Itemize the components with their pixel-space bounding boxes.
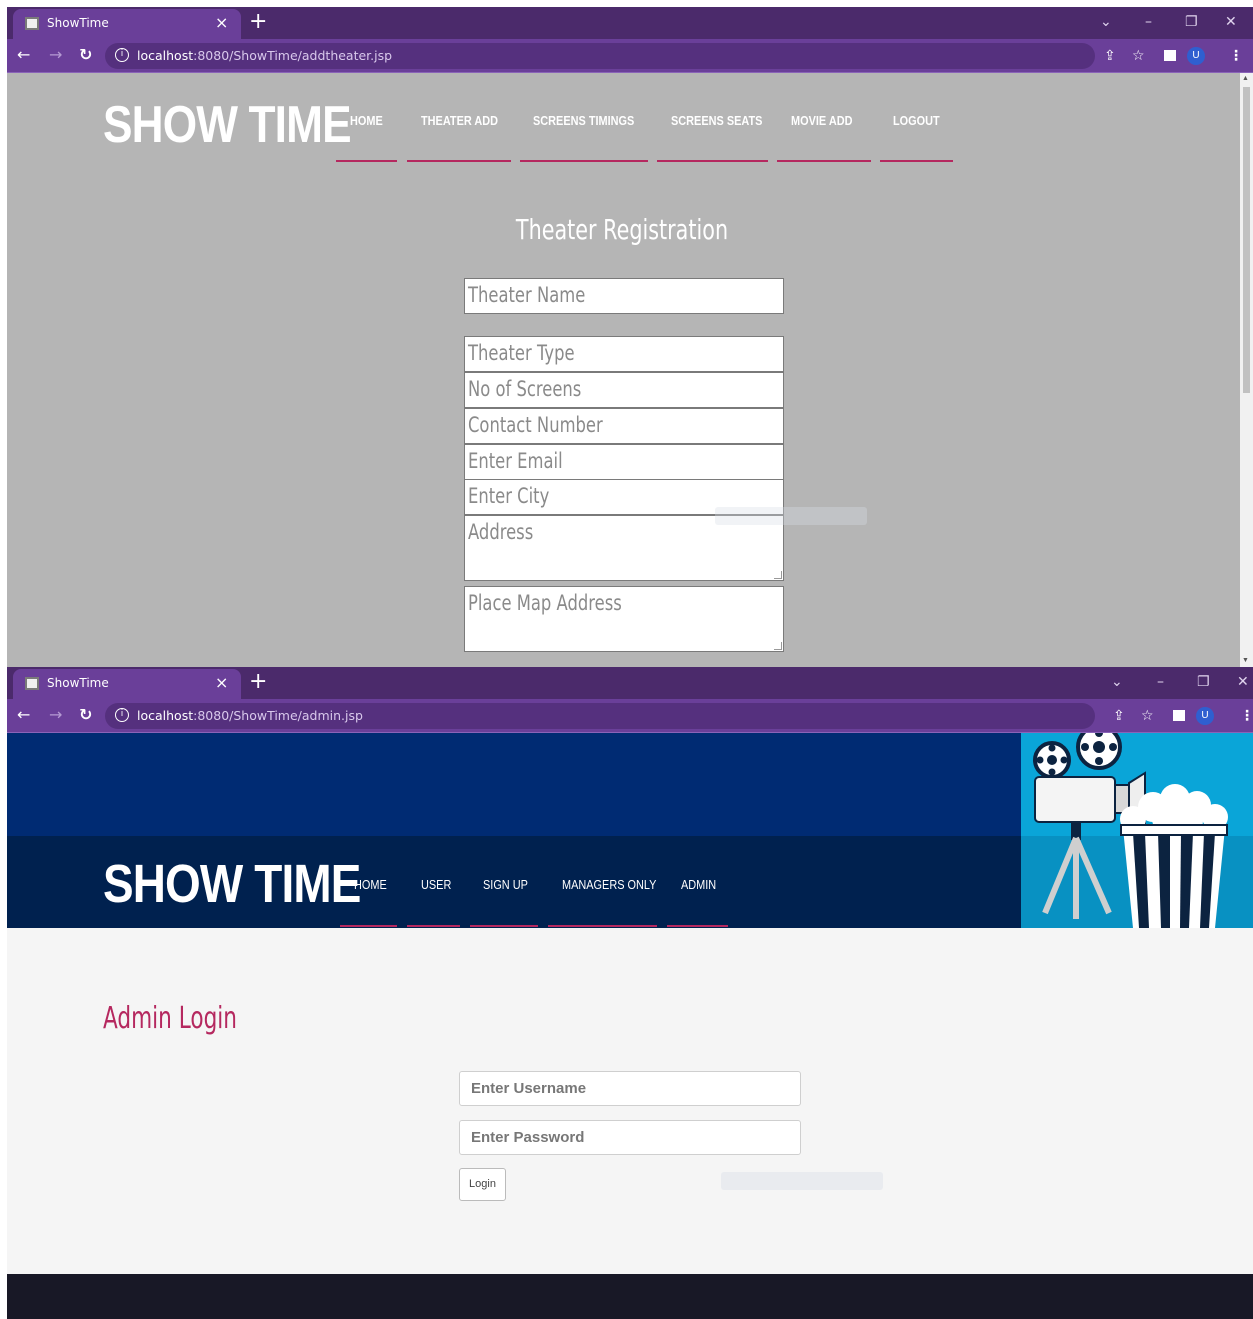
- nav-underline: [880, 160, 953, 162]
- theater-page: SHOW TIME HOME THEATER ADD SCREENS TIMIN…: [7, 73, 1240, 667]
- nav-screens-seats[interactable]: SCREENS SEATS: [671, 113, 762, 128]
- scroll-down-icon[interactable]: ▼: [1242, 657, 1249, 664]
- tab-strip: ShowTime × + ⌄ – ❐ ✕: [7, 7, 1253, 39]
- bookmark-star-icon[interactable]: ☆: [1132, 47, 1145, 65]
- nav-underline: [548, 925, 657, 927]
- tab-strip: ShowTime × + ⌄ – ❐ ✕: [7, 667, 1253, 699]
- favicon-icon: [25, 17, 39, 30]
- favicon-icon: [25, 677, 39, 690]
- side-panel-icon[interactable]: [1173, 710, 1185, 721]
- login-button[interactable]: Login: [459, 1168, 506, 1201]
- site-logo[interactable]: SHOW TIME: [103, 853, 361, 915]
- nav-theater-add[interactable]: THEATER ADD: [421, 113, 498, 128]
- back-icon[interactable]: ←: [17, 705, 30, 725]
- faint-overlay: [715, 507, 867, 525]
- nav-admin[interactable]: ADMIN: [681, 877, 716, 892]
- site-logo[interactable]: SHOW TIME: [103, 95, 352, 155]
- url-text: localhost:8080/ShowTime/admin.jsp: [137, 708, 363, 723]
- vertical-scrollbar[interactable]: ▲ ▼: [1240, 73, 1253, 667]
- nav-underline: [470, 925, 538, 927]
- close-window-icon[interactable]: ✕: [1237, 672, 1249, 692]
- nav-home[interactable]: HOME: [350, 113, 383, 128]
- back-icon[interactable]: ←: [17, 45, 30, 65]
- forward-icon[interactable]: →: [49, 45, 62, 65]
- new-tab-icon[interactable]: +: [249, 9, 267, 35]
- tab-close-icon[interactable]: ×: [215, 673, 228, 693]
- nav-underline: [520, 160, 648, 162]
- menu-kebab-icon[interactable]: ⋮: [1240, 707, 1253, 725]
- browser-tab[interactable]: ShowTime ×: [13, 669, 241, 699]
- nav-movie-add[interactable]: MOVIE ADD: [791, 113, 852, 128]
- tab-title: ShowTime: [47, 676, 109, 690]
- restore-icon[interactable]: ❐: [1197, 672, 1210, 692]
- resize-handle-icon[interactable]: [774, 571, 782, 579]
- address-bar[interactable]: i localhost:8080/ShowTime/admin.jsp: [105, 703, 1095, 729]
- nav-underline: [407, 925, 460, 927]
- browser-window-admin-login: ShowTime × + ⌄ – ❐ ✕ ← → ↻ i localhost:8…: [7, 667, 1253, 1319]
- minimize-icon[interactable]: –: [1145, 12, 1152, 32]
- restore-icon[interactable]: ❐: [1185, 12, 1198, 32]
- new-tab-icon[interactable]: +: [249, 669, 267, 695]
- page-footer: [7, 1274, 1253, 1319]
- username-input[interactable]: Enter Username: [459, 1071, 801, 1106]
- share-icon[interactable]: ⇪: [1104, 47, 1116, 65]
- nav-underline: [340, 925, 397, 927]
- address-bar[interactable]: i localhost:8080/ShowTime/addtheater.jsp: [105, 43, 1095, 69]
- resize-handle-icon[interactable]: [774, 642, 782, 650]
- no-of-screens-input[interactable]: No of Screens: [464, 372, 784, 408]
- nav-underline: [777, 160, 871, 162]
- nav-underline: [336, 160, 397, 162]
- close-window-icon[interactable]: ✕: [1225, 12, 1237, 32]
- contact-number-input[interactable]: Contact Number: [464, 408, 784, 444]
- theater-name-input[interactable]: Theater Name: [464, 278, 784, 314]
- info-icon[interactable]: i: [115, 48, 129, 62]
- address-toolbar: ← → ↻ i localhost:8080/ShowTime/addtheat…: [7, 39, 1253, 73]
- tab-search-icon[interactable]: ⌄: [1111, 672, 1123, 692]
- password-input[interactable]: Enter Password: [459, 1120, 801, 1155]
- nav-home[interactable]: HOME: [354, 877, 387, 892]
- tab-close-icon[interactable]: ×: [215, 13, 228, 33]
- map-address-textarea[interactable]: Place Map Address: [464, 586, 784, 652]
- menu-kebab-icon[interactable]: ⋮: [1229, 47, 1243, 65]
- bookmark-star-icon[interactable]: ☆: [1141, 707, 1154, 725]
- nav-sign-up[interactable]: SIGN UP: [483, 877, 528, 892]
- reload-icon[interactable]: ↻: [79, 705, 92, 725]
- profile-avatar[interactable]: U: [1196, 707, 1214, 725]
- nav-underline: [667, 925, 728, 927]
- browser-tab[interactable]: ShowTime ×: [13, 9, 241, 39]
- reload-icon[interactable]: ↻: [79, 45, 92, 65]
- side-panel-icon[interactable]: [1164, 50, 1176, 61]
- tab-title: ShowTime: [47, 16, 109, 30]
- nav-underline: [407, 160, 511, 162]
- browser-window-theater-registration: ShowTime × + ⌄ – ❐ ✕ ← → ↻ i localhost:8…: [7, 7, 1253, 667]
- nav-managers-only[interactable]: MANAGERS ONLY: [562, 877, 656, 892]
- scroll-thumb[interactable]: [1243, 87, 1250, 393]
- cinema-illustration: [1021, 733, 1253, 928]
- nav-logout[interactable]: LOGOUT: [893, 113, 940, 128]
- theater-type-input[interactable]: Theater Type: [464, 336, 784, 372]
- profile-avatar[interactable]: U: [1187, 47, 1205, 65]
- url-text: localhost:8080/ShowTime/addtheater.jsp: [137, 48, 393, 63]
- form-title: Theater Registration: [515, 213, 729, 246]
- info-icon[interactable]: i: [115, 708, 129, 722]
- login-title: Admin Login: [103, 1001, 237, 1036]
- nav-underline: [657, 160, 768, 162]
- minimize-icon[interactable]: –: [1157, 672, 1164, 692]
- site-navbar: SHOW TIME HOME USER SIGN UP MANAGERS ONL…: [7, 836, 1021, 928]
- nav-screens-timings[interactable]: SCREENS TIMINGS: [533, 113, 634, 128]
- admin-login-section: Admin Login Enter Username Enter Passwor…: [7, 928, 1253, 1274]
- tab-search-icon[interactable]: ⌄: [1100, 12, 1112, 32]
- scroll-up-icon[interactable]: ▲: [1242, 75, 1249, 82]
- forward-icon[interactable]: →: [49, 705, 62, 725]
- email-input[interactable]: Enter Email: [464, 444, 784, 480]
- hero-banner: [7, 733, 1021, 836]
- address-toolbar: ← → ↻ i localhost:8080/ShowTime/admin.js…: [7, 699, 1253, 733]
- projector-popcorn-icon: [1021, 733, 1253, 928]
- share-icon[interactable]: ⇪: [1113, 707, 1125, 725]
- faint-overlay: [721, 1172, 883, 1190]
- nav-user[interactable]: USER: [421, 877, 451, 892]
